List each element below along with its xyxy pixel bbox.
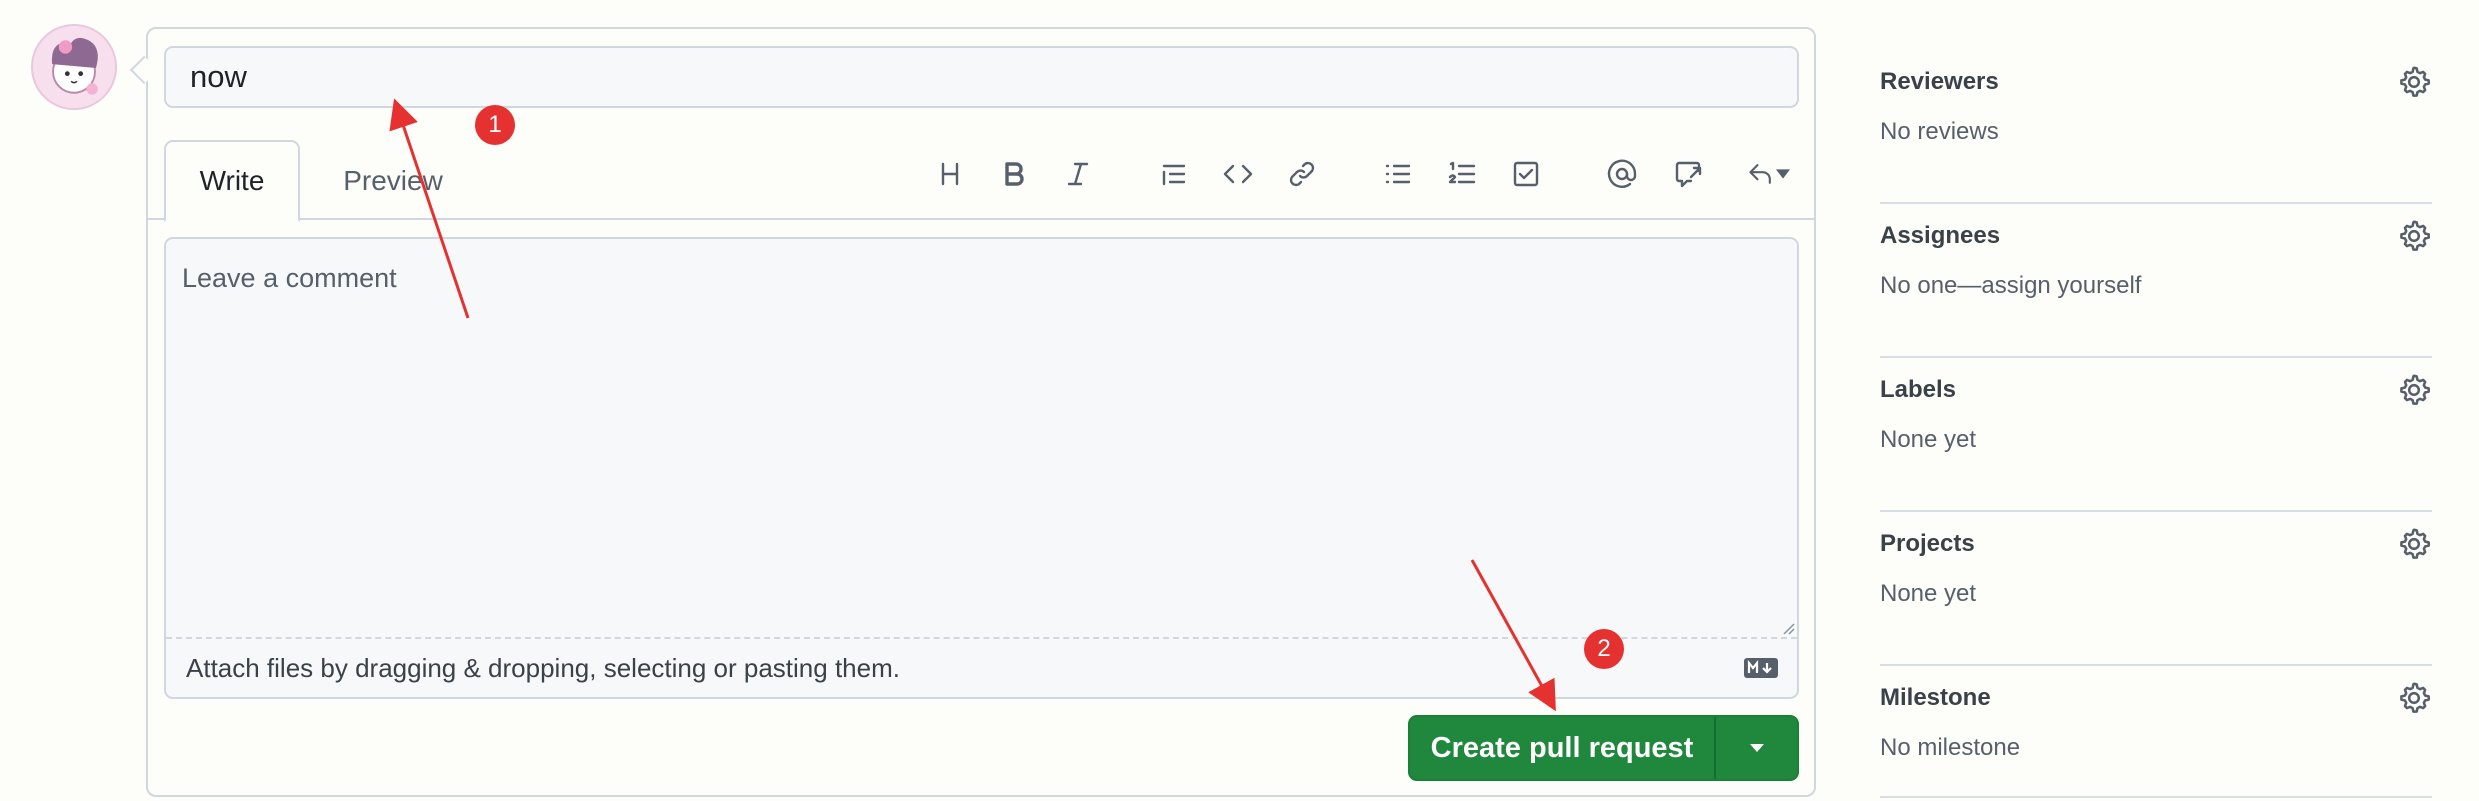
saved-replies-button[interactable] — [1738, 152, 1798, 196]
link-icon — [1289, 161, 1315, 187]
heading-icon — [941, 162, 959, 186]
link-button[interactable] — [1280, 152, 1324, 196]
sidebar-milestone-value: No milestone — [1880, 734, 2021, 761]
sidebar-projects-title[interactable]: Projects — [1880, 530, 1975, 558]
projects-settings-button[interactable] — [2396, 526, 2432, 562]
bulleted-list-button[interactable] — [1376, 152, 1420, 196]
gear-icon — [2400, 374, 2430, 405]
heading-button[interactable] — [928, 152, 972, 196]
annotation-badge-2: 2 — [1584, 629, 1624, 669]
annotation-badge-1: 1 — [475, 105, 515, 145]
comment-editor: Attach files by dragging & dropping, sel… — [164, 237, 1799, 699]
bulleted-list-icon — [1385, 164, 1411, 184]
bold-icon — [1005, 162, 1024, 186]
gear-icon — [2400, 528, 2430, 559]
resize-handle-icon[interactable] — [1781, 621, 1795, 635]
sidebar-assignees: Assignees No one—assign yourself — [1880, 204, 2432, 358]
comment-textarea[interactable] — [166, 239, 1797, 637]
reference-icon — [1675, 161, 1702, 188]
reply-icon — [1749, 164, 1771, 184]
markdown-icon[interactable] — [1743, 657, 1779, 679]
chevron-down-icon — [1776, 169, 1790, 179]
caret-down-icon — [1749, 744, 1764, 752]
sidebar-projects: Projects None yet — [1880, 512, 2432, 666]
numbered-list-button[interactable] — [1440, 152, 1484, 196]
sidebar-reviewers-value: No reviews — [1880, 118, 1999, 145]
gear-icon — [2400, 66, 2430, 97]
sidebar-milestone: Milestone No milestone — [1880, 666, 2432, 798]
page: Write Preview — [0, 0, 2479, 801]
create-options-dropdown[interactable] — [1716, 717, 1797, 779]
numbered-list-icon — [1448, 161, 1476, 184]
mention-icon — [1607, 159, 1637, 188]
sidebar-reviewers: Reviewers No reviews — [1880, 50, 2432, 204]
sidebar-milestone-title[interactable]: Milestone — [1880, 684, 1991, 712]
task-list-icon — [1513, 161, 1539, 187]
sidebar-assignees-title[interactable]: Assignees — [1880, 222, 2000, 250]
quote-icon — [1162, 164, 1186, 186]
sidebar-reviewers-title[interactable]: Reviewers — [1880, 68, 1999, 96]
gear-icon — [2400, 682, 2430, 713]
reviewers-settings-button[interactable] — [2396, 64, 2432, 100]
italic-button[interactable] — [1056, 152, 1100, 196]
attach-files-bar[interactable]: Attach files by dragging & dropping, sel… — [166, 637, 1797, 697]
labels-settings-button[interactable] — [2396, 372, 2432, 408]
create-pull-request-button[interactable]: Create pull request — [1410, 717, 1716, 779]
create-pull-request-group: Create pull request — [1408, 715, 1799, 781]
user-avatar[interactable] — [31, 24, 117, 110]
reference-button[interactable] — [1666, 152, 1710, 196]
attach-files-text: Attach files by dragging & dropping, sel… — [186, 652, 900, 683]
gear-icon — [2400, 220, 2430, 251]
sidebar-labels-value: None yet — [1880, 426, 1977, 453]
mention-button[interactable] — [1600, 152, 1644, 196]
quote-button[interactable] — [1152, 152, 1196, 196]
title-input[interactable] — [164, 46, 1799, 108]
bold-button[interactable] — [992, 152, 1036, 196]
assignees-settings-button[interactable] — [2396, 218, 2432, 254]
task-list-button[interactable] — [1504, 152, 1548, 196]
milestone-settings-button[interactable] — [2396, 680, 2432, 716]
sidebar-labels-title[interactable]: Labels — [1880, 376, 1956, 404]
sidebar-projects-value: None yet — [1880, 580, 1977, 607]
code-icon — [1223, 164, 1253, 184]
code-button[interactable] — [1216, 152, 1260, 196]
sidebar-assignees-value[interactable]: No one—assign yourself — [1880, 272, 2141, 300]
sidebar-labels: Labels None yet — [1880, 358, 2432, 512]
italic-icon — [1067, 162, 1089, 186]
avatar-image — [33, 26, 115, 108]
